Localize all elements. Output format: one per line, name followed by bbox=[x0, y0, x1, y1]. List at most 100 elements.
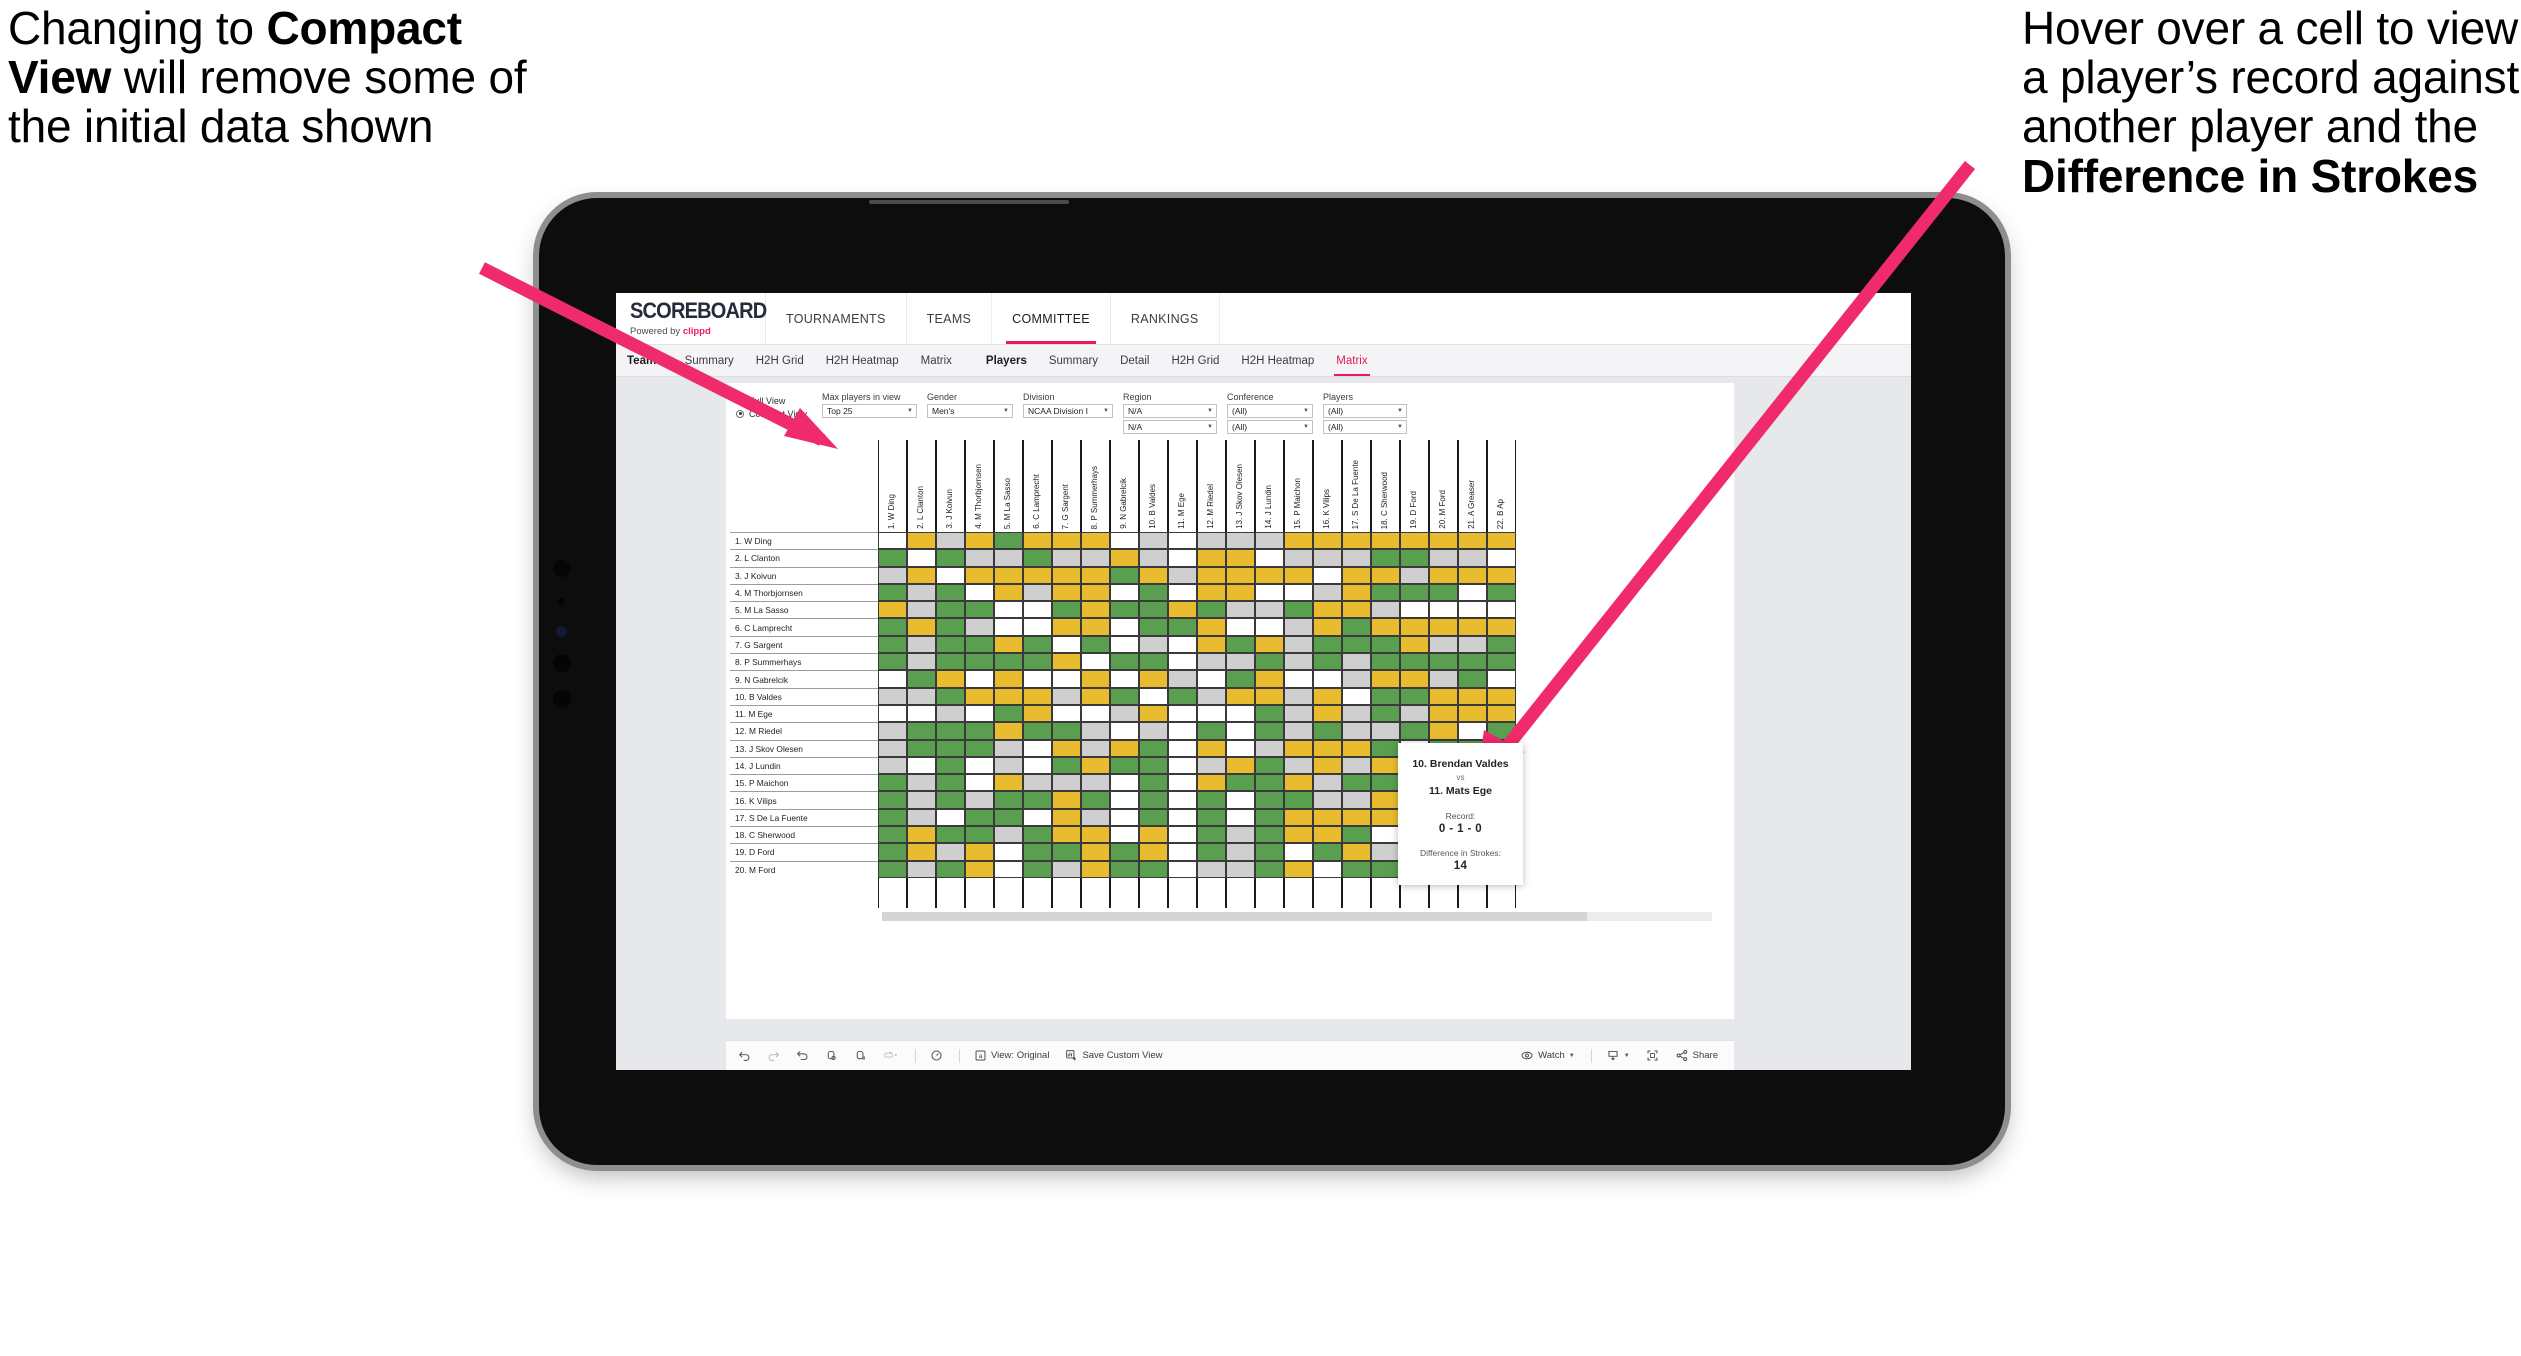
matrix-cell[interactable] bbox=[1110, 566, 1139, 584]
matrix-cell[interactable] bbox=[1487, 687, 1516, 705]
matrix-cell[interactable] bbox=[994, 653, 1023, 671]
matrix-cell[interactable] bbox=[1400, 687, 1429, 705]
matrix-cell[interactable] bbox=[1458, 566, 1487, 584]
matrix-cell[interactable] bbox=[1081, 618, 1110, 636]
matrix-cell[interactable] bbox=[1023, 843, 1052, 861]
matrix-cell[interactable] bbox=[1226, 670, 1255, 688]
matrix-cell[interactable] bbox=[1313, 635, 1342, 654]
matrix-cell[interactable] bbox=[907, 653, 936, 671]
matrix-cell[interactable] bbox=[1081, 843, 1110, 861]
matrix-cell[interactable] bbox=[1110, 756, 1139, 775]
pause-auto-update-button[interactable] bbox=[854, 1049, 867, 1062]
matrix-cell[interactable] bbox=[1487, 704, 1516, 723]
matrix-cell[interactable] bbox=[1168, 843, 1197, 861]
matrix-cell[interactable] bbox=[936, 532, 965, 550]
matrix-cell[interactable] bbox=[994, 549, 1023, 567]
matrix-cell[interactable] bbox=[878, 670, 907, 688]
matrix-cell[interactable] bbox=[936, 687, 965, 705]
matrix-cell[interactable] bbox=[994, 635, 1023, 654]
matrix-cell[interactable] bbox=[1052, 532, 1081, 550]
matrix-cell[interactable] bbox=[1052, 601, 1081, 619]
matrix-cell[interactable] bbox=[1458, 635, 1487, 654]
matrix-cell[interactable] bbox=[1342, 549, 1371, 567]
matrix-cell[interactable] bbox=[965, 808, 994, 827]
matrix-cell[interactable] bbox=[1168, 635, 1197, 654]
matrix-cell[interactable] bbox=[1023, 722, 1052, 740]
matrix-cell[interactable] bbox=[1371, 670, 1400, 688]
matrix-cell[interactable] bbox=[1168, 583, 1197, 602]
matrix-cell[interactable] bbox=[1052, 549, 1081, 567]
matrix-cell[interactable] bbox=[1226, 704, 1255, 723]
matrix-cell[interactable] bbox=[1284, 618, 1313, 636]
matrix-cell[interactable] bbox=[936, 653, 965, 671]
matrix-cell[interactable] bbox=[1197, 826, 1226, 844]
matrix-cell[interactable] bbox=[1458, 583, 1487, 602]
matrix-cell[interactable] bbox=[994, 566, 1023, 584]
matrix-cell[interactable] bbox=[878, 739, 907, 757]
matrix-cell[interactable] bbox=[1226, 583, 1255, 602]
matrix-cell[interactable] bbox=[1400, 566, 1429, 584]
matrix-cell[interactable] bbox=[878, 791, 907, 809]
matrix-cell[interactable] bbox=[1139, 583, 1168, 602]
matrix-cell[interactable] bbox=[1168, 826, 1197, 844]
matrix-cell[interactable] bbox=[1400, 653, 1429, 671]
radio-full-view[interactable]: Full View bbox=[736, 394, 822, 407]
topnav-item-rankings[interactable]: RANKINGS bbox=[1111, 293, 1220, 344]
matrix-cell[interactable] bbox=[1371, 635, 1400, 654]
matrix-cell[interactable] bbox=[1023, 808, 1052, 827]
matrix-cell[interactable] bbox=[907, 635, 936, 654]
matrix-cell[interactable] bbox=[1400, 670, 1429, 688]
matrix-cell[interactable] bbox=[1429, 704, 1458, 723]
matrix-cell[interactable] bbox=[965, 601, 994, 619]
matrix-cell[interactable] bbox=[1487, 722, 1516, 740]
matrix-cell[interactable] bbox=[1081, 566, 1110, 584]
matrix-cell[interactable] bbox=[878, 583, 907, 602]
matrix-cell[interactable] bbox=[1023, 618, 1052, 636]
topnav-item-committee[interactable]: COMMITTEE bbox=[992, 293, 1111, 344]
matrix-cell[interactable] bbox=[965, 843, 994, 861]
matrix-cell[interactable] bbox=[994, 756, 1023, 775]
matrix-cell[interactable] bbox=[1052, 739, 1081, 757]
matrix-cell[interactable] bbox=[1081, 808, 1110, 827]
matrix-cell[interactable] bbox=[1023, 687, 1052, 705]
matrix-cell[interactable] bbox=[965, 826, 994, 844]
matrix-cell[interactable] bbox=[1081, 860, 1110, 878]
matrix-cell[interactable] bbox=[994, 826, 1023, 844]
matrix-cell[interactable] bbox=[1197, 756, 1226, 775]
matrix-cell[interactable] bbox=[1081, 601, 1110, 619]
matrix-cell[interactable] bbox=[1255, 549, 1284, 567]
radio-compact-view[interactable]: Compact View bbox=[736, 407, 822, 420]
matrix-cell[interactable] bbox=[1429, 601, 1458, 619]
matrix-cell[interactable] bbox=[1052, 722, 1081, 740]
matrix-cell[interactable] bbox=[1197, 722, 1226, 740]
matrix-cell[interactable] bbox=[878, 826, 907, 844]
select-players-primary[interactable]: (All) ▼ bbox=[1323, 404, 1407, 418]
matrix-cell[interactable] bbox=[1052, 618, 1081, 636]
matrix-cell[interactable] bbox=[1342, 860, 1371, 878]
matrix-cell[interactable] bbox=[965, 618, 994, 636]
matrix-cell[interactable] bbox=[1255, 566, 1284, 584]
help-button[interactable] bbox=[930, 1049, 943, 1062]
matrix-cell[interactable] bbox=[1110, 687, 1139, 705]
matrix-cell[interactable] bbox=[1400, 722, 1429, 740]
matrix-cell[interactable] bbox=[878, 808, 907, 827]
matrix-cell[interactable] bbox=[1284, 601, 1313, 619]
subnav-teams-summary[interactable]: Summary bbox=[674, 345, 745, 376]
matrix-cell[interactable] bbox=[1023, 583, 1052, 602]
matrix-cell[interactable] bbox=[936, 756, 965, 775]
matrix-cell[interactable] bbox=[1023, 739, 1052, 757]
matrix-cell[interactable] bbox=[1197, 635, 1226, 654]
matrix-cell[interactable] bbox=[1458, 653, 1487, 671]
scrollbar-thumb[interactable] bbox=[882, 911, 1587, 921]
matrix-cell[interactable] bbox=[1197, 583, 1226, 602]
matrix-cell[interactable] bbox=[1313, 687, 1342, 705]
matrix-cell[interactable] bbox=[1487, 601, 1516, 619]
matrix-cell[interactable] bbox=[907, 704, 936, 723]
matrix-cell[interactable] bbox=[965, 532, 994, 550]
matrix-cell[interactable] bbox=[1110, 601, 1139, 619]
matrix-cell[interactable] bbox=[936, 843, 965, 861]
matrix-cell[interactable] bbox=[1255, 601, 1284, 619]
matrix-cell[interactable] bbox=[1226, 618, 1255, 636]
matrix-cell[interactable] bbox=[1284, 670, 1313, 688]
fullscreen-button[interactable] bbox=[1646, 1049, 1659, 1062]
